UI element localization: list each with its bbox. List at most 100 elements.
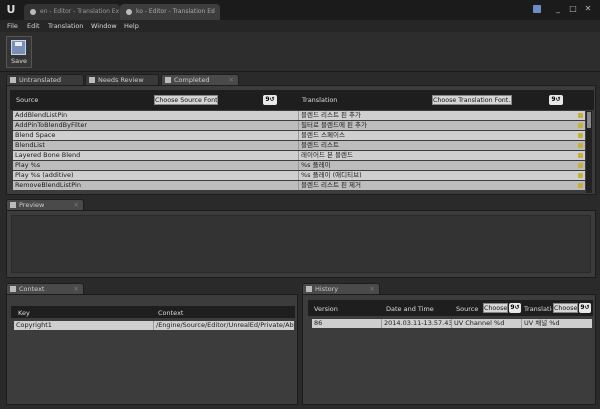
tab-completed[interactable]: Completed ✕ bbox=[161, 74, 239, 85]
choose-translation-font-button[interactable]: Choose Translation Font... bbox=[432, 95, 512, 105]
tab-untranslated[interactable]: Untranslated bbox=[6, 74, 84, 85]
source-cell: BlendList bbox=[13, 141, 299, 150]
translation-cell: 블렌드 리스트 핀 추가 bbox=[301, 111, 362, 119]
minimize-button[interactable]: _ bbox=[552, 4, 564, 14]
table-row[interactable]: Copyright1 /Engine/Source/Editor/UnrealE… bbox=[14, 321, 294, 330]
source-cell: Play %s bbox=[13, 161, 299, 170]
tab-needs-review[interactable]: Needs Review bbox=[85, 74, 159, 85]
datetime-column-header: Date and Time bbox=[386, 305, 434, 313]
translation-cell: 블렌드 리스트 bbox=[301, 141, 339, 149]
pin-icon[interactable] bbox=[578, 143, 583, 148]
tab-preview[interactable]: Preview ✕ bbox=[6, 199, 84, 210]
menu-bar: File Edit Translation Window Help bbox=[0, 20, 600, 32]
source-cell: Blend Space bbox=[13, 131, 299, 140]
source-font-icon[interactable]: 9↺ bbox=[263, 95, 277, 105]
table-row[interactable]: 86 2014.03.11-13.57.43 UV Channel %d UV … bbox=[312, 319, 592, 328]
menu-window[interactable]: Window bbox=[91, 20, 117, 32]
source-cell: Layered Bone Blend bbox=[13, 151, 299, 160]
pin-icon[interactable] bbox=[578, 183, 583, 188]
tab-icon bbox=[10, 77, 16, 83]
tab-circle-icon bbox=[126, 9, 132, 15]
translation-cell: 레이어드 본 블렌드 bbox=[301, 151, 353, 159]
pin-icon[interactable] bbox=[578, 173, 583, 178]
table-row[interactable]: Layered Bone Blend 레이어드 본 블렌드 bbox=[13, 151, 585, 160]
table-row[interactable]: Blend Space 블렌드 스페이스 bbox=[13, 131, 585, 140]
source-cell: AddBlendListPin bbox=[13, 111, 299, 120]
pin-icon[interactable] bbox=[578, 153, 583, 158]
pin-icon[interactable] bbox=[578, 163, 583, 168]
pin-icon[interactable] bbox=[578, 133, 583, 138]
menu-file[interactable]: File bbox=[7, 20, 18, 32]
key-cell: Copyright1 bbox=[14, 321, 154, 330]
close-window-button[interactable]: ✕ bbox=[582, 4, 594, 14]
history-choose-source-button[interactable]: Choose bbox=[483, 303, 508, 313]
history-translation-font-icon[interactable]: 9↺ bbox=[579, 303, 591, 313]
source-cell: RemoveBlendListPin bbox=[13, 181, 299, 190]
tab-icon bbox=[306, 286, 312, 292]
context-column-header: Context bbox=[158, 309, 184, 317]
chat-icon[interactable] bbox=[533, 5, 541, 13]
unreal-logo-icon[interactable]: U bbox=[4, 3, 18, 17]
translation-cell: UV 채널 %d bbox=[524, 319, 560, 327]
tab-history[interactable]: History ✕ bbox=[302, 283, 380, 294]
close-tab-icon[interactable]: ✕ bbox=[210, 4, 215, 20]
choose-source-font-button[interactable]: Choose Source Font... bbox=[154, 95, 218, 105]
tab-context[interactable]: Context ✕ bbox=[6, 283, 84, 294]
table-row[interactable]: AddPinToBlendByFilter 필터로 블렌드에 핀 추가 bbox=[13, 121, 585, 130]
tab-icon bbox=[165, 77, 171, 83]
table-row[interactable]: Play %s %s 플레이 bbox=[13, 161, 585, 170]
version-cell: 86 bbox=[312, 319, 382, 328]
maximize-button[interactable]: □ bbox=[567, 4, 579, 14]
translation-cell: 필터로 블렌드에 핀 추가 bbox=[301, 121, 367, 129]
tab-label: Needs Review bbox=[98, 76, 144, 84]
source-column-header: Source bbox=[16, 96, 39, 104]
menu-edit[interactable]: Edit bbox=[27, 20, 40, 32]
translation-cell: %s 플레이 (애디티브) bbox=[301, 171, 362, 179]
close-tab-icon[interactable]: ✕ bbox=[74, 284, 79, 294]
tab-label: History bbox=[315, 285, 339, 293]
history-translation-header: Translatio bbox=[524, 305, 552, 313]
source-cell: UV Channel %d bbox=[452, 319, 522, 328]
translation-list: AddBlendListPin 블렌드 리스트 핀 추가 AddPinToBle… bbox=[13, 111, 585, 193]
context-header bbox=[11, 306, 295, 318]
save-disk-icon bbox=[11, 40, 26, 55]
close-tab-icon[interactable]: ✕ bbox=[74, 200, 79, 210]
preview-area bbox=[11, 215, 591, 273]
main-scrollbar-thumb[interactable] bbox=[587, 112, 591, 128]
tab-icon bbox=[10, 202, 16, 208]
tab-icon bbox=[89, 77, 95, 83]
datetime-cell: 2014.03.11-13.57.43 bbox=[384, 319, 452, 328]
history-choose-translation-button[interactable]: Choose bbox=[553, 303, 578, 313]
pin-icon[interactable] bbox=[578, 123, 583, 128]
close-tab-icon[interactable]: ✕ bbox=[229, 75, 234, 85]
history-source-font-icon[interactable]: 9↺ bbox=[509, 303, 521, 313]
toolbar bbox=[0, 32, 600, 72]
tab-circle-icon bbox=[30, 9, 36, 15]
window-tab-ko[interactable]: ko - Editor - Translation Ed ✕ bbox=[120, 4, 220, 20]
tab-icon bbox=[10, 286, 16, 292]
translation-cell: 블렌드 스페이스 bbox=[301, 131, 345, 139]
save-label: Save bbox=[11, 57, 27, 65]
translation-font-icon[interactable]: 9↺ bbox=[549, 95, 563, 105]
translation-cell: %s 플레이 bbox=[301, 161, 331, 169]
window-tab-en[interactable]: en - Editor - Translation Ex bbox=[24, 4, 120, 20]
translation-cell: 블렌드 리스트 핀 제거 bbox=[301, 181, 362, 189]
tab-label: Completed bbox=[174, 76, 210, 84]
pin-icon[interactable] bbox=[578, 113, 583, 118]
menu-help[interactable]: Help bbox=[124, 20, 139, 32]
key-column-header: Key bbox=[18, 309, 30, 317]
table-row[interactable]: RemoveBlendListPin 블렌드 리스트 핀 제거 bbox=[13, 181, 585, 190]
source-cell: AddPinToBlendByFilter bbox=[13, 121, 299, 130]
version-column-header: Version bbox=[314, 305, 338, 313]
tab-label: Context bbox=[19, 285, 45, 293]
translation-column-header: Translation bbox=[302, 96, 338, 104]
window-tab-label: en - Editor - Translation Ex bbox=[40, 8, 120, 15]
table-row[interactable]: BlendList 블렌드 리스트 bbox=[13, 141, 585, 150]
window-tab-label: ko - Editor - Translation Ed bbox=[136, 8, 215, 15]
tab-label: Untranslated bbox=[19, 76, 62, 84]
table-row[interactable]: Play %s (additive) %s 플레이 (애디티브) bbox=[13, 171, 585, 180]
table-row[interactable]: AddBlendListPin 블렌드 리스트 핀 추가 bbox=[13, 111, 585, 120]
source-cell: Play %s (additive) bbox=[13, 171, 299, 180]
close-tab-icon[interactable]: ✕ bbox=[370, 284, 375, 294]
menu-translation[interactable]: Translation bbox=[48, 20, 83, 32]
